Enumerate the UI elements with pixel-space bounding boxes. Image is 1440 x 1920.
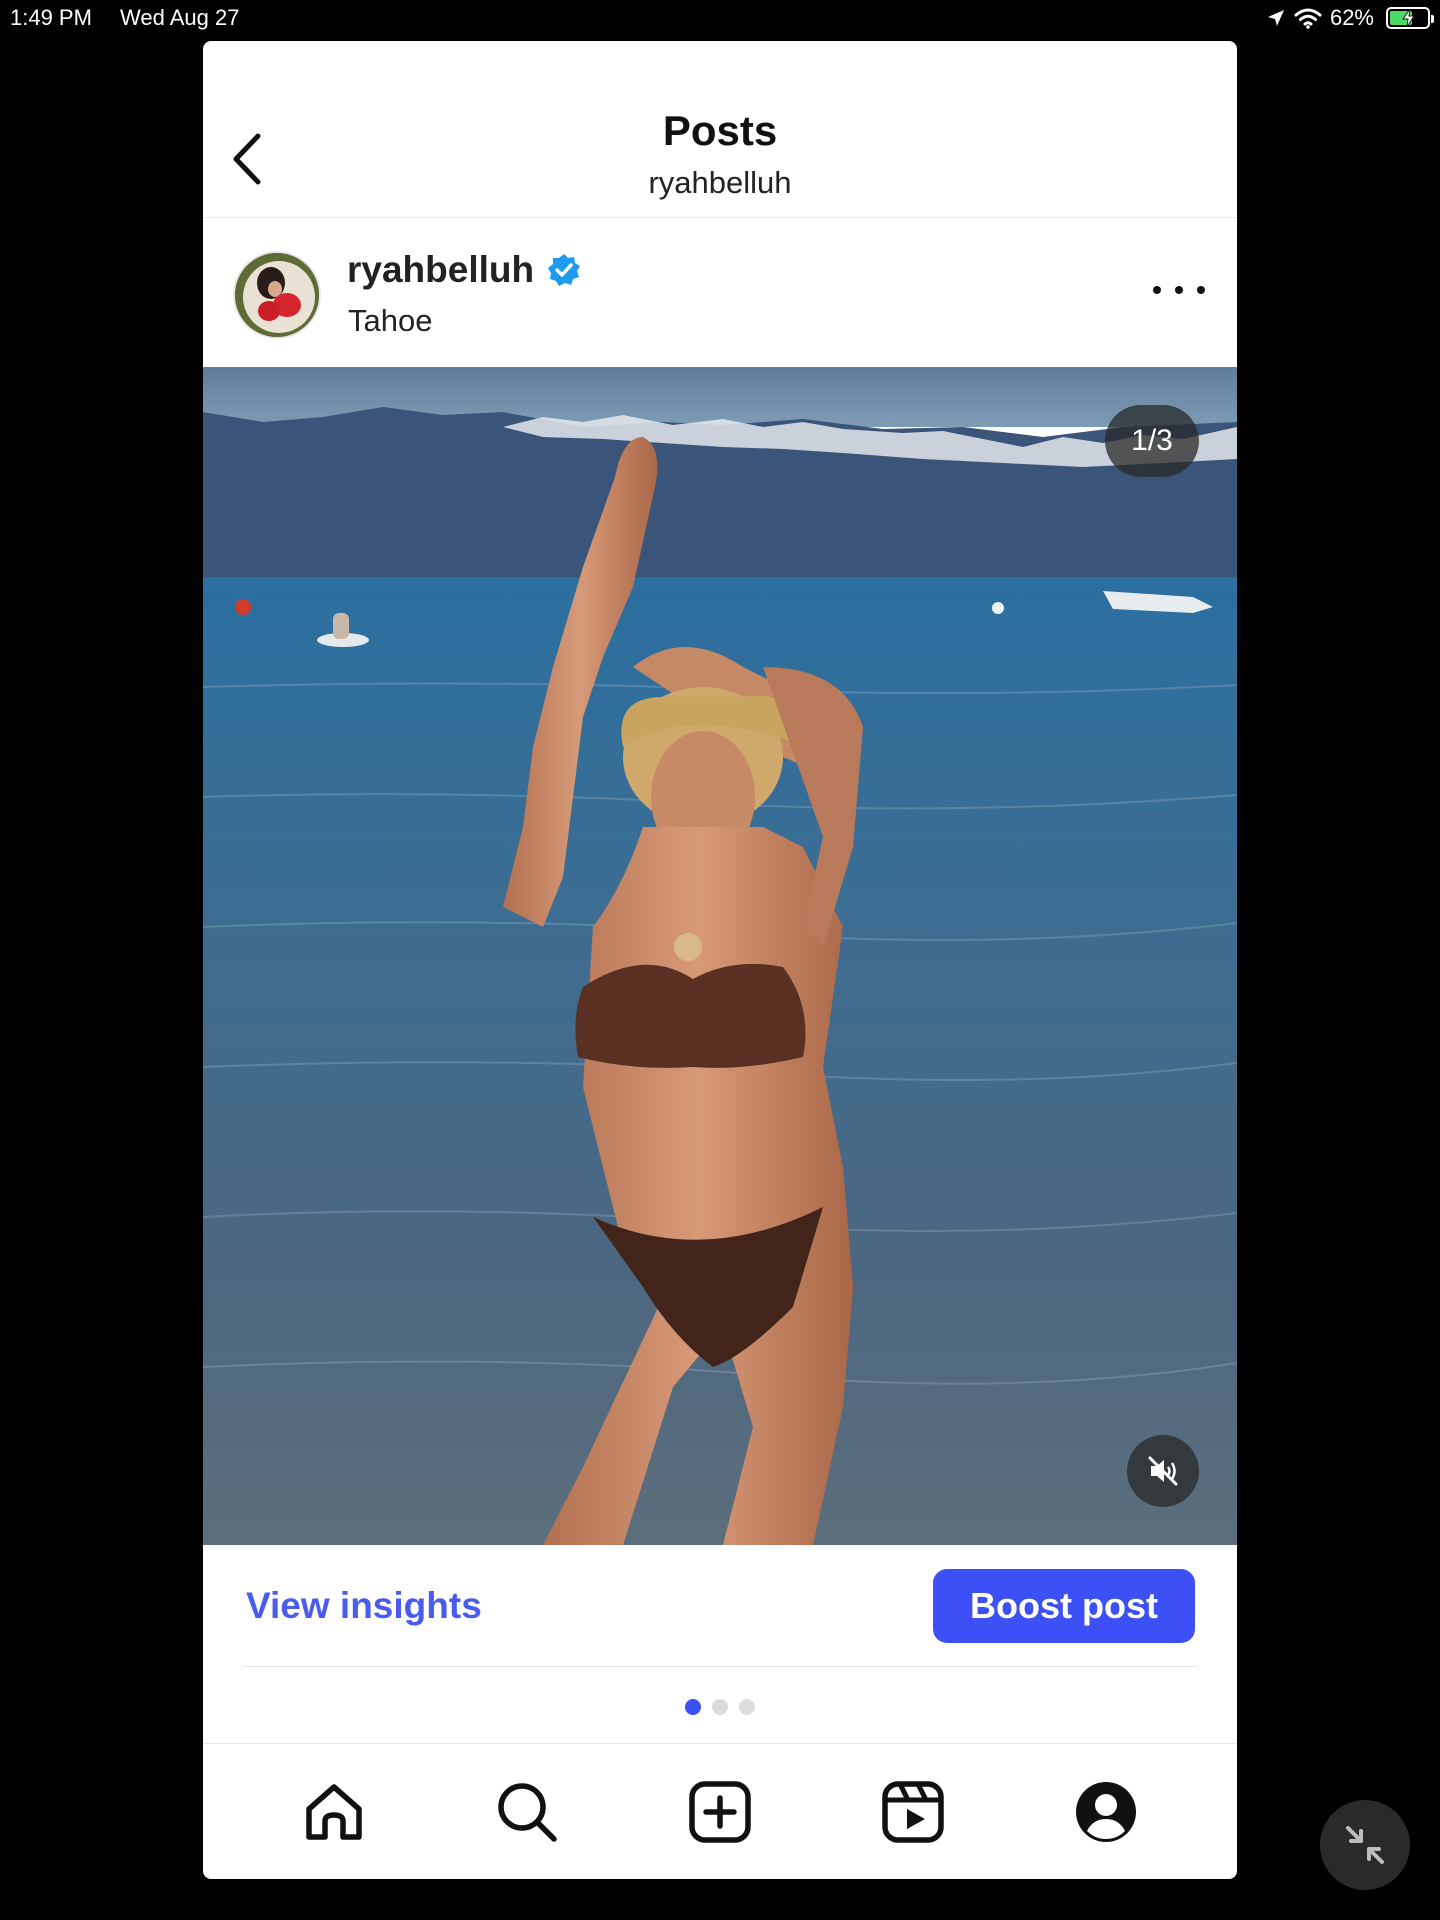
username[interactable]: ryahbelluh	[347, 249, 534, 291]
more-dot-icon	[1153, 286, 1161, 294]
tab-home[interactable]	[294, 1772, 374, 1852]
profile-icon	[1076, 1781, 1137, 1842]
post-header: ryahbelluh Tahoe	[203, 219, 1237, 367]
tab-reels[interactable]	[873, 1772, 953, 1852]
minimize-button[interactable]	[1320, 1800, 1410, 1890]
battery-icon	[1386, 7, 1434, 29]
app-window: Posts ryahbelluh ryahbelluh Tahoe 1/3 Vi…	[203, 41, 1237, 1879]
username-row: ryahbelluh	[347, 249, 582, 291]
verified-badge-icon	[548, 254, 581, 286]
reels-icon	[882, 1780, 944, 1843]
boost-post-button[interactable]: Boost post	[933, 1569, 1195, 1643]
speaker-muted-icon	[1148, 1456, 1178, 1486]
post-photo	[203, 367, 1237, 1545]
minimize-arrows-icon	[1346, 1826, 1384, 1864]
more-dot-icon	[1197, 286, 1205, 294]
carousel-indicator	[203, 1699, 1237, 1717]
location-arrow-icon	[1267, 10, 1284, 26]
view-insights-link[interactable]: View insights	[246, 1585, 482, 1627]
avatar[interactable]	[233, 251, 321, 339]
battery-percentage: 62%	[1329, 5, 1374, 30]
tab-bar	[203, 1743, 1237, 1879]
create-icon	[689, 1780, 751, 1843]
status-indicators: 62%	[1266, 4, 1434, 32]
wifi-icon	[1294, 8, 1322, 29]
page-title: Posts	[662, 107, 778, 154]
page-counter: 1/3	[1105, 405, 1199, 477]
avatar-image	[235, 253, 319, 337]
insights-bar: View insights Boost post	[203, 1545, 1237, 1705]
charging-bolt-icon	[1402, 9, 1415, 27]
post-image[interactable]: 1/3	[203, 367, 1237, 1545]
carousel-dot	[685, 1699, 701, 1715]
tab-search[interactable]	[487, 1772, 567, 1852]
page-subtitle: ryahbelluh	[648, 165, 792, 200]
mute-button[interactable]	[1127, 1435, 1199, 1507]
more-dot-icon	[1175, 286, 1183, 294]
tab-create[interactable]	[680, 1772, 760, 1852]
tab-profile[interactable]	[1066, 1772, 1146, 1852]
search-icon	[498, 1782, 557, 1842]
status-date: Wed Aug 27	[120, 5, 240, 30]
status-time: 1:49 PM	[10, 5, 92, 30]
post-location[interactable]: Tahoe	[348, 303, 432, 339]
home-icon	[305, 1783, 362, 1840]
carousel-dot	[712, 1699, 728, 1715]
carousel-dot	[739, 1699, 755, 1715]
divider	[243, 1666, 1197, 1667]
status-bar: 1:49 PM Wed Aug 27 62%	[0, 0, 1440, 36]
more-options-button[interactable]	[1153, 275, 1205, 305]
nav-header: Posts ryahbelluh	[203, 41, 1237, 218]
